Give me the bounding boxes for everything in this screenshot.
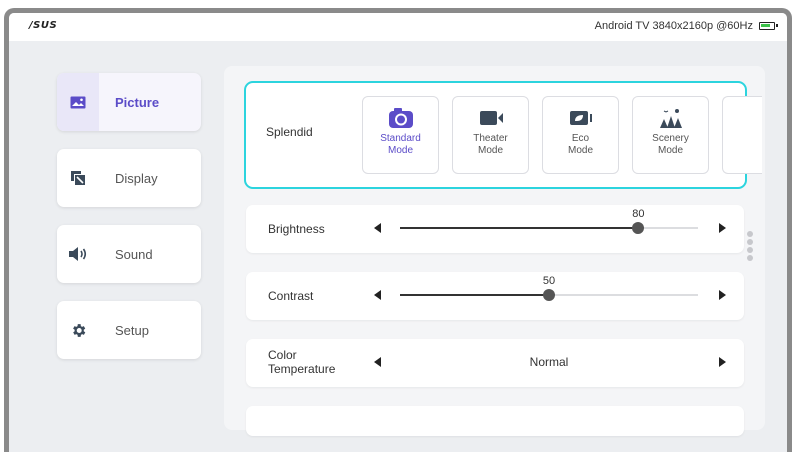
menu-item-display[interactable]: Display — [57, 149, 201, 207]
color-temperature-label-line1: Color — [268, 348, 297, 362]
brightness-label: Brightness — [268, 222, 325, 236]
camera-icon — [363, 97, 438, 133]
mode-label-line1: Eco — [571, 133, 590, 144]
menu-label-display: Display — [115, 170, 158, 186]
color-temperature-label-line2: Temperature — [268, 362, 336, 376]
asus-logo: /SUS — [29, 20, 57, 31]
arrow-right-icon[interactable] — [719, 290, 726, 300]
logo-text: /SUS — [29, 20, 58, 31]
arrow-left-icon[interactable] — [374, 290, 381, 300]
mode-label-line2: Mode — [567, 145, 593, 156]
mode-theater[interactable]: Theater Mode — [452, 96, 529, 174]
gear-icon — [57, 301, 99, 359]
top-bar: /SUS Android TV 3840x2160p @60Hz — [9, 13, 787, 41]
resolution-status: Android TV 3840x2160p @60Hz — [594, 20, 753, 32]
slider-fill — [400, 227, 639, 229]
slider-knob[interactable] — [543, 289, 555, 301]
scroll-dot — [747, 231, 753, 237]
mode-label-line1: Scenery — [652, 133, 689, 144]
mode-standard[interactable]: Standard Mode — [362, 96, 439, 174]
splendid-row[interactable]: Splendid Standard Mode Theater Mode Eco … — [244, 81, 762, 189]
next-setting-row[interactable] — [246, 406, 744, 436]
slider-knob[interactable] — [632, 222, 645, 234]
arrow-right-icon[interactable] — [719, 223, 726, 233]
color-temperature-row[interactable]: Color Temperature Normal — [246, 339, 744, 387]
arrow-left-icon[interactable] — [374, 357, 381, 367]
color-temperature-value: Normal — [529, 355, 569, 369]
brightness-slider[interactable]: 80 — [400, 208, 698, 234]
mode-next-partial[interactable] — [722, 96, 762, 174]
contrast-label: Contrast — [268, 289, 314, 303]
scroll-indicator[interactable] — [746, 231, 754, 263]
tv-screen-frame: /SUS Android TV 3840x2160p @60Hz Picture… — [4, 8, 792, 452]
menu-label-setup: Setup — [115, 322, 149, 338]
menu-item-setup[interactable]: Setup — [57, 301, 201, 359]
menu-label-sound: Sound — [115, 246, 153, 262]
mode-label-line2: Mode — [657, 145, 683, 156]
mode-label-line2: Mode — [387, 145, 413, 156]
picture-icon — [57, 73, 99, 131]
slider-fill — [400, 294, 549, 296]
mode-label-line1: Standard — [380, 133, 421, 144]
arrow-left-icon[interactable] — [374, 223, 381, 233]
scroll-dot — [747, 247, 753, 253]
scroll-dot — [747, 239, 753, 245]
contrast-row[interactable]: Contrast 50 — [246, 272, 744, 320]
display-icon — [57, 149, 99, 207]
settings-panel: Splendid Standard Mode Theater Mode Eco … — [224, 66, 765, 436]
video-camera-icon — [453, 97, 528, 133]
color-temperature-label: Color Temperature — [268, 348, 335, 376]
scroll-dot — [747, 255, 753, 261]
battery-icon — [759, 22, 778, 30]
trees-icon — [633, 97, 708, 133]
mode-scenery[interactable]: Scenery Mode — [632, 96, 709, 174]
menu-label-picture: Picture — [115, 94, 160, 110]
eco-leaf-icon — [543, 97, 618, 133]
contrast-value: 50 — [542, 275, 556, 287]
arrow-right-icon[interactable] — [719, 357, 726, 367]
status-area: Android TV 3840x2160p @60Hz — [594, 20, 778, 32]
brightness-value: 80 — [632, 208, 645, 220]
menu-item-sound[interactable]: Sound — [57, 225, 201, 283]
contrast-slider[interactable]: 50 — [400, 275, 698, 301]
menu-item-picture[interactable]: Picture — [57, 73, 201, 131]
mode-eco[interactable]: Eco Mode — [542, 96, 619, 174]
mode-label-line1: Theater — [473, 133, 508, 144]
speaker-icon — [57, 225, 99, 283]
mode-label-line2: Mode — [477, 145, 503, 156]
splendid-label: Splendid — [266, 125, 313, 139]
brightness-row[interactable]: Brightness 80 — [246, 205, 744, 253]
